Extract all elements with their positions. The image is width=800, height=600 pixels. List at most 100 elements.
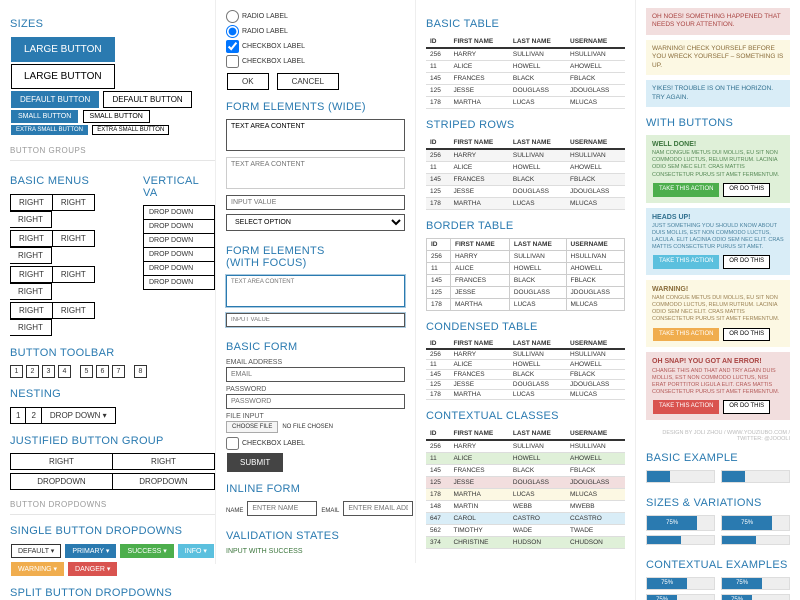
table-cell: HOWELL — [509, 61, 566, 73]
table-cell: 11 — [426, 360, 449, 370]
radio-1[interactable] — [226, 10, 239, 23]
large-button-outline[interactable]: LARGE BUTTON — [11, 64, 115, 89]
dd-primary[interactable]: PRIMARY ▾ — [65, 544, 116, 558]
menu-btn[interactable]: RIGHT — [10, 194, 53, 211]
table-cell: JESSE — [449, 85, 508, 97]
toolbar-btn[interactable]: 1 — [10, 365, 23, 378]
toolbar-btn[interactable]: 6 — [96, 365, 109, 378]
just-btn[interactable]: RIGHT — [10, 453, 113, 470]
checkbox-label: CHECKBOX LABEL — [242, 440, 305, 447]
menu-btn[interactable]: RIGHT — [53, 266, 95, 283]
menu-btn[interactable]: RIGHT — [10, 230, 53, 247]
menu-btn[interactable]: RIGHT — [10, 247, 52, 264]
large-button-primary[interactable]: LARGE BUTTON — [11, 37, 115, 62]
radio-2[interactable] — [226, 25, 239, 38]
table-cell: SULLIVAN — [509, 251, 566, 263]
take-action-button[interactable]: TAKE THIS ACTION — [653, 255, 719, 269]
vmenu-item[interactable]: DROP DOWN — [143, 262, 215, 276]
email-label: EMAIL ADDRESS — [226, 359, 405, 366]
dd-default[interactable]: DEFAULT ▾ — [11, 544, 61, 558]
xs-button-outline[interactable]: EXTRA SMALL BUTTON — [92, 125, 169, 135]
take-action-button[interactable]: TAKE THIS ACTION — [653, 183, 719, 197]
dd-success[interactable]: SUCCESS ▾ — [120, 544, 173, 558]
password-field[interactable] — [226, 394, 405, 409]
vmenu-item[interactable]: DROP DOWN — [143, 248, 215, 262]
menu-btn[interactable]: RIGHT — [53, 230, 95, 247]
table-cell: MARTHA — [449, 390, 508, 400]
vmenu-item[interactable]: DROP DOWN — [143, 220, 215, 234]
name-label: NAME — [226, 508, 243, 514]
dd-warning[interactable]: WARNING ▾ — [11, 562, 64, 576]
select-option[interactable]: SELECT OPTION — [226, 214, 405, 231]
vmenu-item[interactable]: DROP DOWN — [143, 234, 215, 248]
cancel-button[interactable]: CANCEL — [277, 73, 339, 90]
default-button-primary[interactable]: DEFAULT BUTTON — [11, 91, 99, 108]
take-action-button[interactable]: TAKE THIS ACTION — [653, 328, 719, 342]
table-cell: 145 — [426, 174, 449, 186]
table-cell: 125 — [426, 477, 449, 489]
nest-btn[interactable]: 1 — [10, 407, 26, 424]
table-header: LAST NAME — [509, 239, 566, 251]
toolbar-btn[interactable]: 5 — [80, 365, 93, 378]
textarea-focus[interactable] — [226, 275, 405, 307]
just-btn[interactable]: DROPDOWN — [10, 473, 113, 490]
menu-btn[interactable]: RIGHT — [10, 266, 53, 283]
small-button-outline[interactable]: SMALL BUTTON — [83, 110, 150, 123]
take-action-button[interactable]: TAKE THIS ACTION — [653, 400, 719, 414]
toolbar-btn[interactable]: 8 — [134, 365, 147, 378]
alert-title: OH SNAP! YOU GOT AN ERROR! — [652, 357, 784, 366]
menu-btn[interactable]: RIGHT — [53, 302, 95, 319]
alert-body: NAM CONGUE METUS DUI MOLLIS, EU SIT NON … — [652, 150, 784, 179]
dd-danger[interactable]: DANGER ▾ — [68, 562, 117, 576]
just-btn[interactable]: RIGHT — [113, 453, 215, 470]
table-row: 562TIMOTHYWADETWADE — [426, 525, 625, 537]
menu-btn[interactable]: RIGHT — [10, 283, 52, 300]
input-focus[interactable] — [226, 313, 405, 327]
ok-button[interactable]: OK — [227, 73, 269, 90]
toolbar-btn[interactable]: 4 — [58, 365, 71, 378]
default-button-outline[interactable]: DEFAULT BUTTON — [103, 91, 191, 108]
vmenu-item[interactable]: DROP DOWN — [143, 205, 215, 220]
table-row: 256HARRYSULLIVANHSULLIVAN — [426, 149, 625, 162]
menu-btn[interactable]: RIGHT — [53, 194, 95, 211]
textarea-filled[interactable]: TEXT AREA CONTENT — [226, 119, 405, 151]
nest-dropdown[interactable]: DROP DOWN ▾ — [42, 407, 116, 424]
toolbar-btn[interactable]: 2 — [26, 365, 39, 378]
dd-info[interactable]: INFO ▾ — [178, 544, 214, 558]
email-inline-field[interactable] — [343, 501, 413, 516]
vmenu-item[interactable]: DROP DOWN — [143, 276, 215, 290]
table-cell: DOUGLASS — [509, 380, 566, 390]
striped-heading: STRIPED ROWS — [426, 119, 625, 131]
validation-heading: VALIDATION STATES — [226, 530, 405, 542]
or-do-button[interactable]: OR DO THIS — [723, 328, 770, 342]
checkbox-1[interactable] — [226, 40, 239, 53]
email-field[interactable] — [226, 367, 405, 382]
toolbar-btn[interactable]: 3 — [42, 365, 55, 378]
single-dd-heading: SINGLE BUTTON DROPDOWNS — [10, 525, 215, 537]
small-button-primary[interactable]: SMALL BUTTON — [11, 110, 78, 123]
table-header: ID — [427, 239, 451, 251]
table-cell: LUCAS — [509, 97, 566, 109]
nest-btn[interactable]: 2 — [26, 407, 41, 424]
textarea-placeholder[interactable] — [226, 157, 405, 189]
table-header: ID — [426, 428, 449, 440]
submit-button[interactable]: SUBMIT — [227, 453, 283, 472]
menu-btn[interactable]: RIGHT — [10, 319, 52, 336]
or-do-button[interactable]: OR DO THIS — [723, 255, 770, 269]
menu-btn[interactable]: RIGHT — [10, 302, 53, 319]
or-do-button[interactable]: OR DO THIS — [723, 400, 770, 414]
progress-contextual-heading: CONTEXTUAL EXAMPLES — [646, 559, 790, 571]
name-field[interactable] — [247, 501, 317, 516]
vertical-menu: DROP DOWN DROP DOWN DROP DOWN DROP DOWN … — [143, 205, 215, 290]
or-do-button[interactable]: OR DO THIS — [723, 183, 770, 197]
toolbar-btn[interactable]: 7 — [112, 365, 125, 378]
checkbox-2[interactable] — [226, 55, 239, 68]
table-cell: HARRY — [449, 48, 508, 61]
xs-button-primary[interactable]: EXTRA SMALL BUTTON — [11, 125, 88, 135]
just-btn[interactable]: DROPDOWN — [113, 473, 215, 490]
table-cell: ALICE — [449, 162, 508, 174]
menu-btn[interactable]: RIGHT — [10, 211, 52, 228]
input-placeholder[interactable] — [226, 195, 405, 210]
form-checkbox[interactable] — [226, 437, 239, 450]
choose-file-button[interactable]: CHOOSE FILE — [226, 421, 278, 433]
